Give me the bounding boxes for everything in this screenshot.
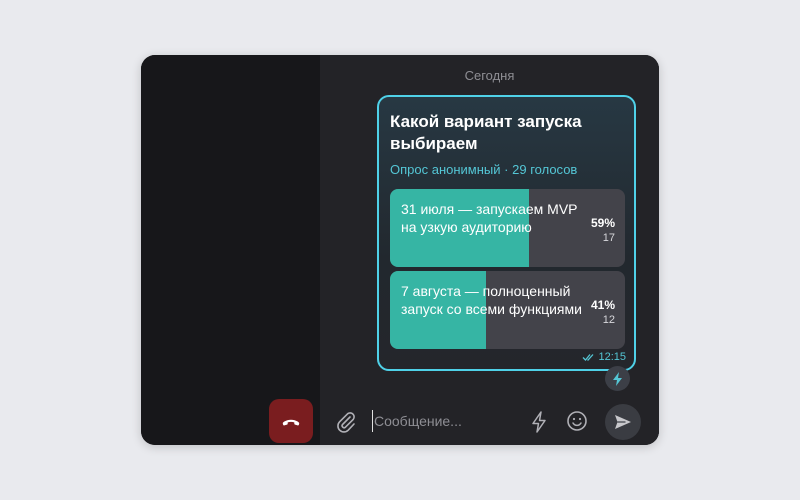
emoji-button[interactable] xyxy=(566,410,588,437)
send-icon xyxy=(615,415,631,429)
end-call-icon xyxy=(282,419,300,426)
double-check-icon xyxy=(583,354,594,361)
poll-type: Опрос анонимный xyxy=(390,162,501,177)
video-pane xyxy=(141,55,320,445)
poll-meta-separator: · xyxy=(504,162,509,177)
quick-action-button[interactable] xyxy=(530,411,548,438)
message-time: 12:15 xyxy=(598,351,626,363)
poll-meta: Опрос анонимный · 29 голосов xyxy=(390,162,577,177)
poll-message: Какой вариант запуска выбираем Опрос ано… xyxy=(377,95,636,371)
bolt-icon xyxy=(612,371,622,386)
smile-icon xyxy=(567,411,587,431)
chat-pane: Сегодня Какой вариант запуска выбираем О… xyxy=(320,55,659,445)
poll-option-count: 17 xyxy=(602,232,615,244)
end-call-button[interactable] xyxy=(269,399,313,443)
message-input[interactable] xyxy=(372,410,522,432)
quick-reaction-button[interactable] xyxy=(605,366,630,391)
send-button[interactable] xyxy=(605,404,641,440)
poll-option-count: 12 xyxy=(602,314,615,326)
poll-question: Какой вариант запуска выбираем xyxy=(390,112,582,153)
poll-option-label: 7 августа — полноценный запуск со всеми … xyxy=(401,283,582,317)
poll-option[interactable]: 31 июля — запускаем MVP на узкую аудитор… xyxy=(390,189,625,267)
bolt-icon xyxy=(532,411,546,433)
paperclip-icon xyxy=(337,412,355,433)
message-status: 12:15 xyxy=(582,351,626,363)
poll-option[interactable]: 7 августа — полноценный запуск со всеми … xyxy=(390,271,625,349)
attach-button[interactable] xyxy=(336,411,356,438)
poll-option-percent: 59% xyxy=(590,216,615,230)
app-window: Сегодня Какой вариант запуска выбираем О… xyxy=(141,55,659,445)
message-composer xyxy=(320,399,659,445)
date-separator: Сегодня xyxy=(464,68,515,83)
poll-option-label: 31 июля — запускаем MVP на узкую аудитор… xyxy=(401,201,578,235)
poll-option-percent: 41% xyxy=(590,298,615,312)
poll-vote-count: 29 голосов xyxy=(512,162,578,177)
